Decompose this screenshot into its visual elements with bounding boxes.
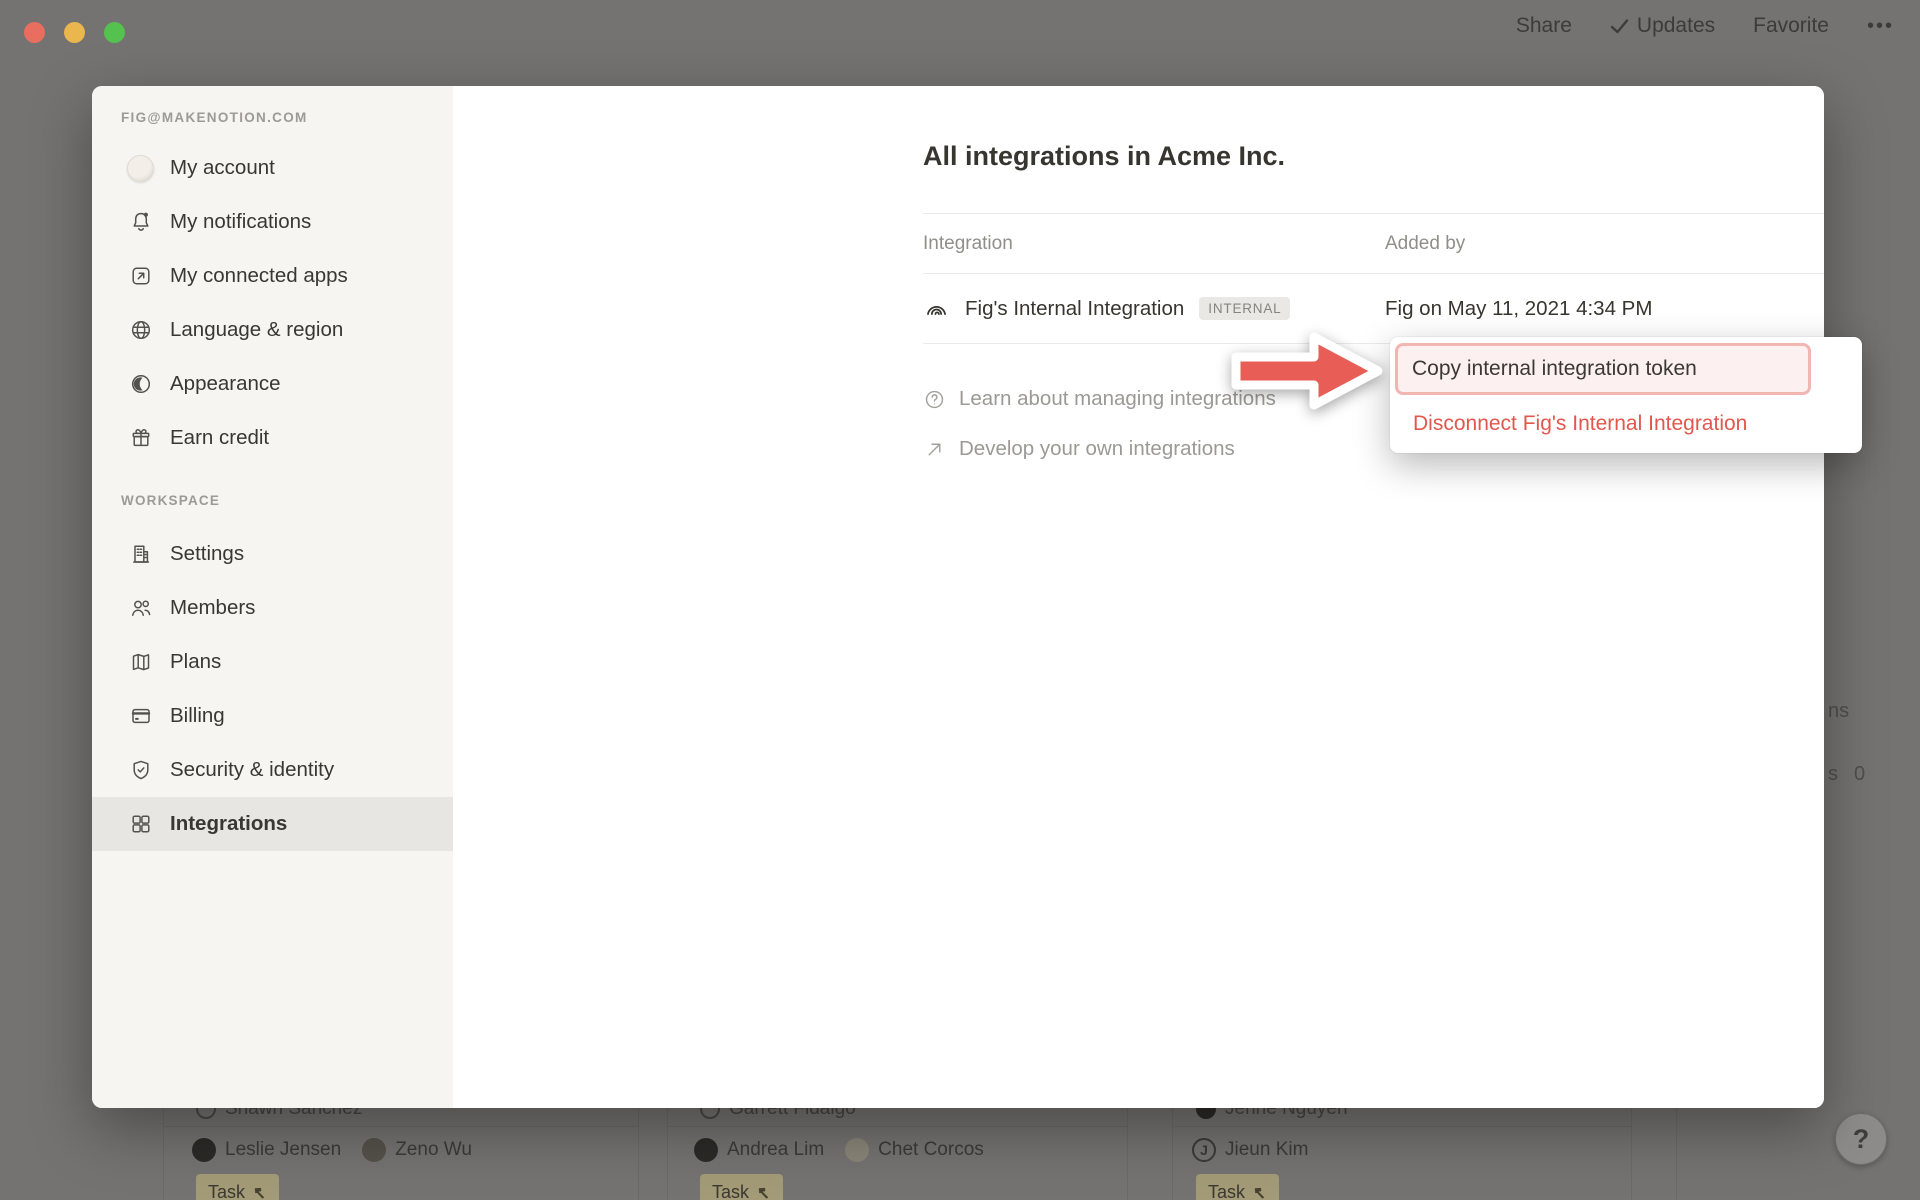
hammer-icon [252, 1185, 267, 1200]
gift-icon [129, 426, 153, 450]
page-title: All integrations in Acme Inc. [923, 141, 1285, 172]
settings-sidebar: FIG@MAKENOTION.COM My account My notific… [92, 86, 453, 1108]
avatar [694, 1138, 718, 1162]
integration-logo-icon [923, 292, 950, 325]
column-header-added-by: Added by [1385, 233, 1465, 255]
sidebar-item-billing[interactable]: Billing [92, 689, 453, 743]
task-chip: Task [1196, 1174, 1279, 1200]
check-icon [1610, 18, 1629, 35]
arrow-up-right-box-icon [129, 264, 153, 288]
disconnect-integration-menu-item[interactable]: Disconnect Fig's Internal Integration [1413, 403, 1747, 445]
map-icon [129, 650, 153, 674]
screen: Share Updates Favorite ••• Shawn Sanchez… [0, 0, 1920, 1200]
card-people: Andrea Lim Chet Corcos [694, 1138, 984, 1162]
card-edge [164, 1126, 638, 1127]
sidebar-item-earn-credit[interactable]: Earn credit [92, 411, 453, 465]
avatar [192, 1138, 216, 1162]
building-icon [129, 542, 153, 566]
row-context-menu: Copy internal integration token Disconne… [1390, 337, 1862, 453]
develop-integrations-link[interactable]: Develop your own integrations [923, 424, 1276, 474]
learn-integrations-link[interactable]: Learn about managing integrations [923, 374, 1276, 424]
card-edge [1173, 1126, 1631, 1127]
topbar: Share Updates Favorite ••• [1516, 14, 1894, 38]
sidebar-item-settings[interactable]: Settings [92, 527, 453, 581]
card-people: JJieun Kim [1192, 1138, 1308, 1162]
avatar [845, 1138, 869, 1162]
avatar-monogram: J [1192, 1138, 1216, 1162]
hammer-icon [756, 1185, 771, 1200]
settings-content: All integrations in Acme Inc. Integratio… [453, 86, 1824, 1108]
sidebar-item-my-account[interactable]: My account [92, 141, 453, 195]
arrow-up-right-icon [923, 438, 946, 461]
user-avatar [127, 155, 154, 182]
sidebar-item-my-notifications[interactable]: My notifications [92, 195, 453, 249]
task-chip: Task [196, 1174, 279, 1200]
added-by-value: Fig on May 11, 2021 4:34 PM [1385, 297, 1652, 321]
clipped-text: s [1828, 763, 1838, 786]
bell-icon [129, 210, 153, 234]
more-menu-button[interactable]: ••• [1867, 15, 1894, 38]
sidebar-item-plans[interactable]: Plans [92, 635, 453, 689]
share-button[interactable]: Share [1516, 14, 1572, 38]
moon-circle-icon [129, 372, 153, 396]
card-edge [668, 1126, 1127, 1127]
clipped-text: 0 [1854, 763, 1865, 786]
sidebar-item-integrations[interactable]: Integrations [92, 797, 453, 851]
settings-modal: FIG@MAKENOTION.COM My account My notific… [92, 86, 1824, 1108]
sidebar-item-my-connected-apps[interactable]: My connected apps [92, 249, 453, 303]
hammer-icon [1252, 1185, 1267, 1200]
avatar [362, 1138, 386, 1162]
globe-icon [129, 318, 153, 342]
sidebar-item-security-identity[interactable]: Security & identity [92, 743, 453, 797]
question-circle-icon [923, 388, 946, 411]
shield-check-icon [129, 758, 153, 782]
members-icon [129, 596, 153, 620]
window-controls [24, 22, 125, 43]
clipped-text: ns [1828, 700, 1849, 723]
favorite-button[interactable]: Favorite [1753, 14, 1829, 38]
minimize-window-button[interactable] [64, 22, 85, 43]
red-arrow-annotation [1228, 330, 1390, 412]
sidebar-item-appearance[interactable]: Appearance [92, 357, 453, 411]
integration-name: Fig's Internal Integration [965, 297, 1184, 321]
updates-button[interactable]: Updates [1610, 14, 1715, 38]
sidebar-item-members[interactable]: Members [92, 581, 453, 635]
card-people: Leslie Jensen Zeno Wu [192, 1138, 472, 1162]
workspace-section-label: WORKSPACE [92, 493, 453, 517]
column-header-integration: Integration [923, 233, 1385, 255]
close-window-button[interactable] [24, 22, 45, 43]
internal-badge: INTERNAL [1199, 297, 1290, 320]
table-header: Integration Added by [923, 214, 1824, 274]
grid-icon [129, 812, 153, 836]
help-links: Learn about managing integrations Develo… [923, 374, 1276, 474]
account-email-label: FIG@MAKENOTION.COM [92, 110, 453, 141]
credit-card-icon [129, 704, 153, 728]
integrations-table: Integration Added by Fig's Internal Inte… [923, 213, 1824, 344]
zoom-window-button[interactable] [104, 22, 125, 43]
help-button[interactable]: ? [1835, 1113, 1887, 1165]
copy-internal-token-menu-item[interactable]: Copy internal integration token [1395, 343, 1811, 395]
sidebar-item-language-region[interactable]: Language & region [92, 303, 453, 357]
task-chip: Task [700, 1174, 783, 1200]
